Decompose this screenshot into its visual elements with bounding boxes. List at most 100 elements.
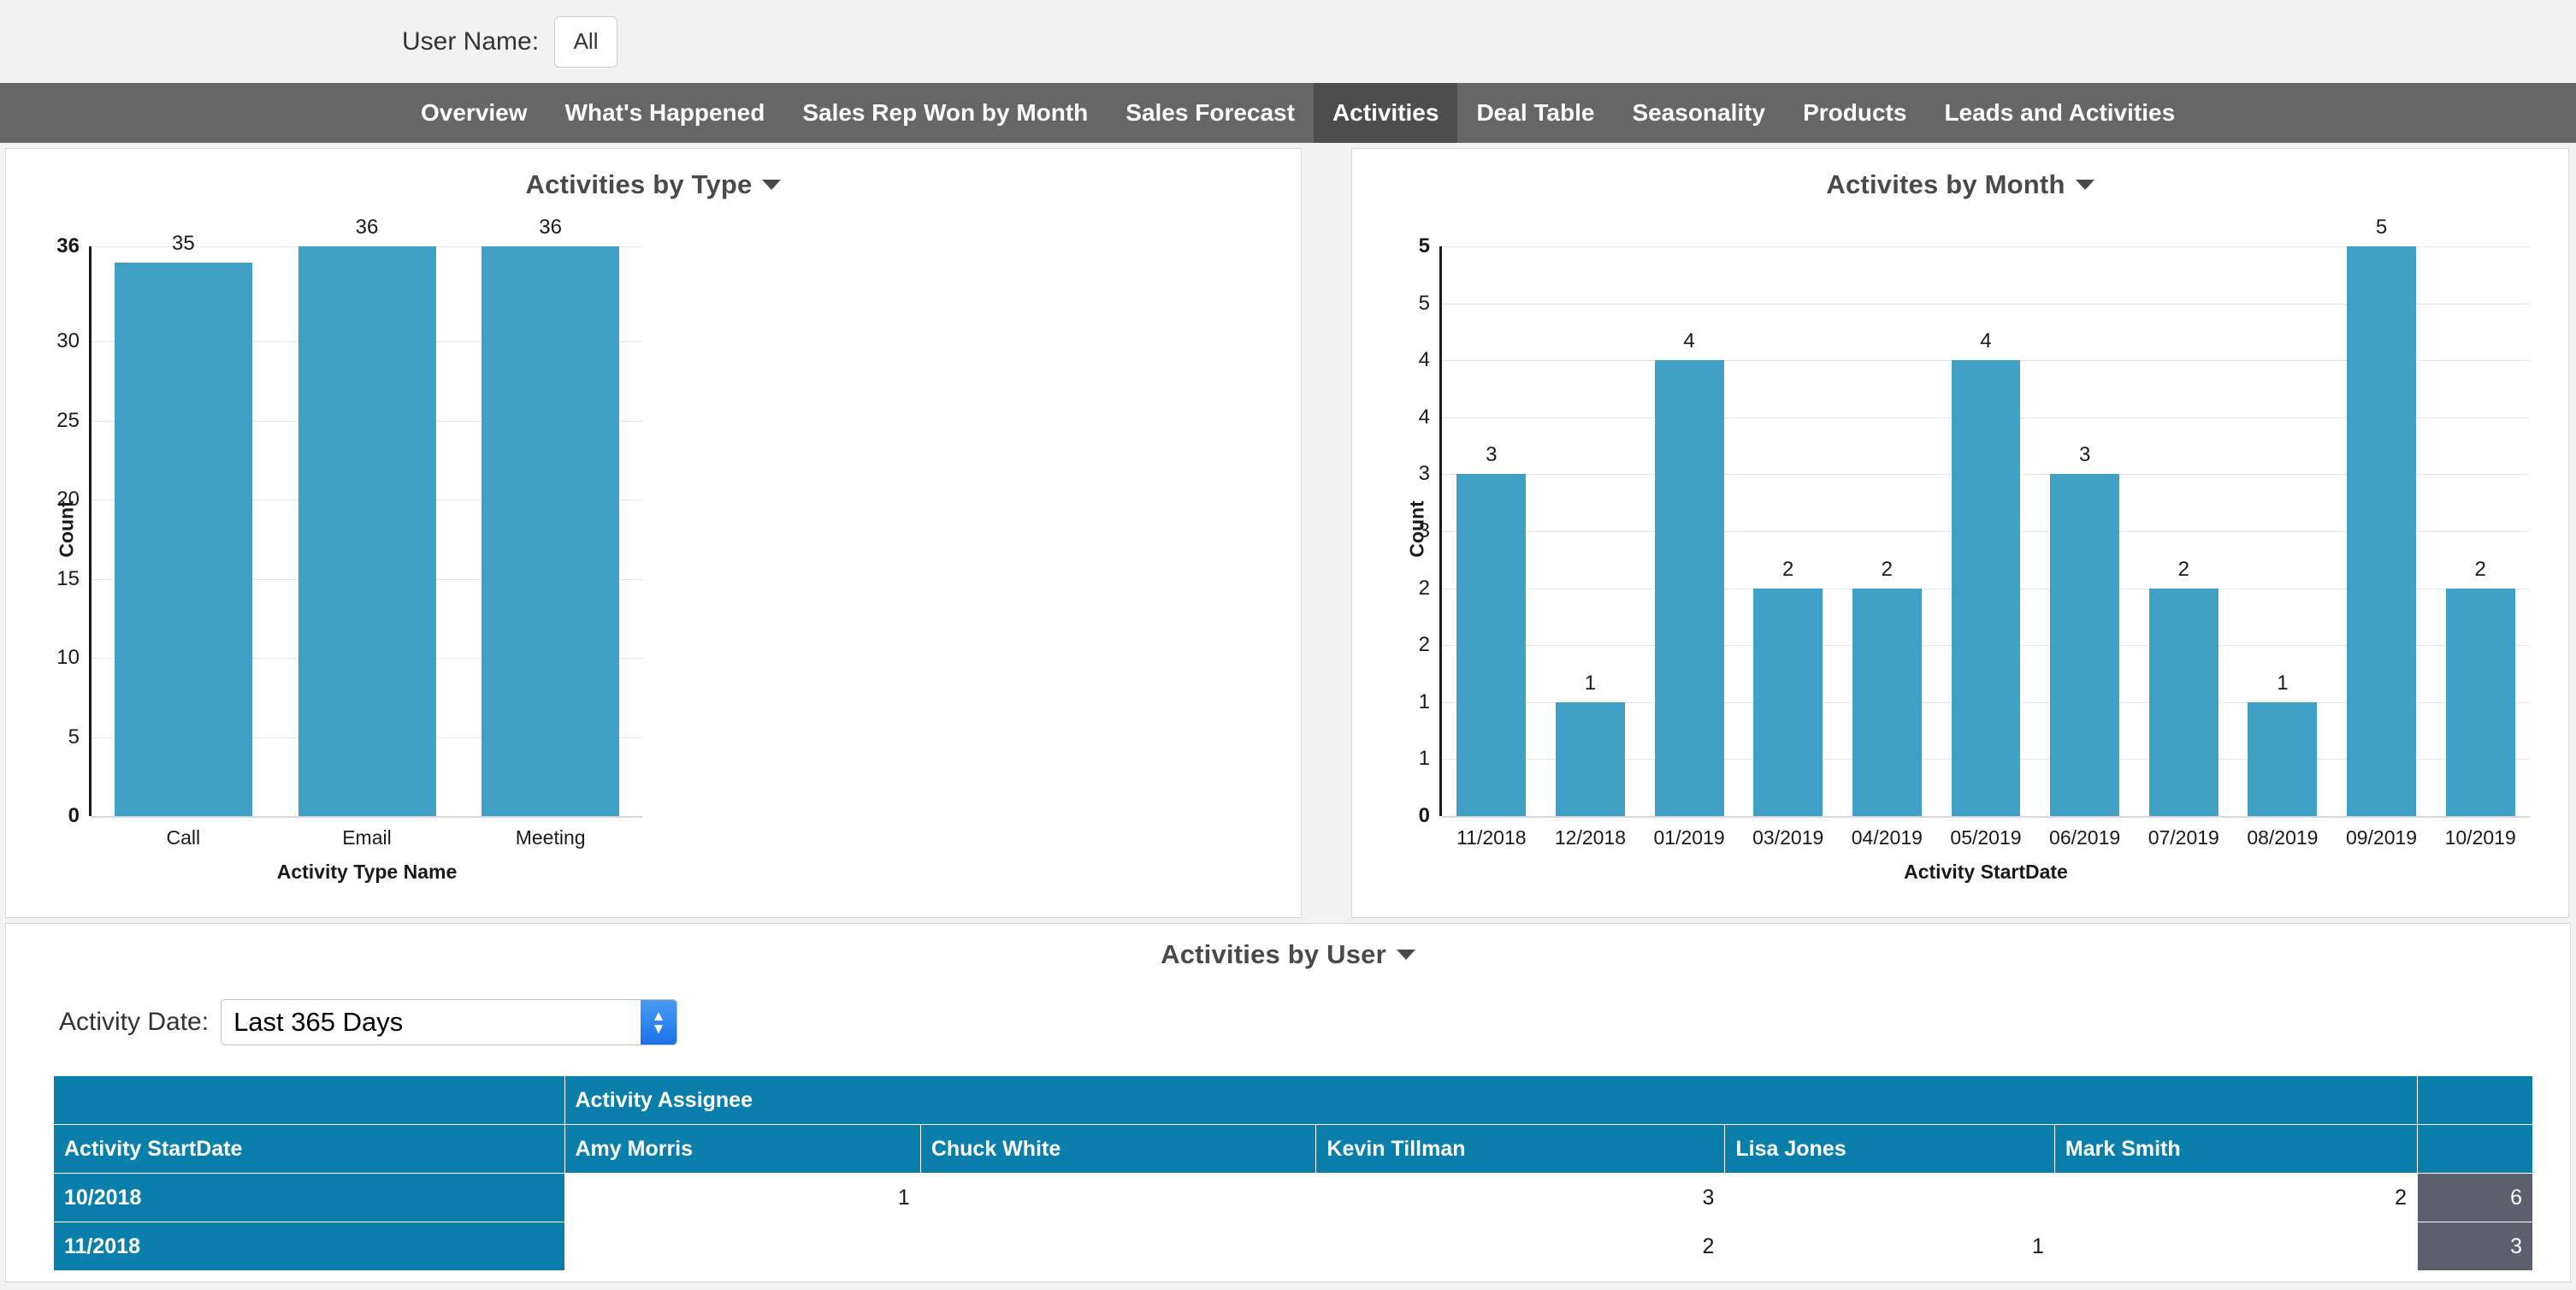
x-axis-label: Activity Type Name [92, 861, 642, 884]
table-cell[interactable]: 2 [1316, 1222, 1725, 1271]
table-row[interactable]: 11/2018 21 3 [54, 1222, 2533, 1271]
table-column-header[interactable]: Amy Morris [564, 1125, 920, 1174]
nav-item-sales-forecast[interactable]: Sales Forecast [1107, 83, 1314, 143]
bar-value-label: 35 [115, 232, 252, 256]
table-row-label[interactable]: 10/2018 [54, 1174, 565, 1222]
y-axis-tick: 5 [1352, 292, 1430, 316]
bar[interactable] [482, 246, 619, 816]
bar-value-label: 1 [1556, 672, 1625, 695]
bar-value-label: 1 [2248, 672, 2317, 695]
nav-item-activities[interactable]: Activities [1314, 83, 1458, 143]
table-row-total: 3 [2418, 1222, 2533, 1271]
y-axis-tick: 2 [1352, 577, 1430, 601]
bar[interactable] [1556, 702, 1625, 816]
table-group-header-row: Activity Assignee [54, 1076, 2533, 1125]
bar-value-label: 36 [298, 216, 436, 240]
table-column-header-row: Activity StartDateAmy MorrisChuck WhiteK… [54, 1125, 2533, 1174]
y-axis-tick: 1 [1352, 747, 1430, 771]
nav-item-products[interactable]: Products [1784, 83, 1925, 143]
bar[interactable] [115, 263, 252, 817]
bar-value-label: 4 [1655, 329, 1724, 353]
table-column-header[interactable]: Mark Smith [2054, 1125, 2417, 1174]
filter-bar: User Name: All [0, 0, 2576, 83]
table-cell[interactable]: 2 [2054, 1174, 2417, 1222]
table-row-header-title[interactable]: Activity StartDate [54, 1125, 565, 1174]
chevron-down-icon[interactable] [2076, 180, 2094, 190]
activities-by-type-title[interactable]: Activities by Type [6, 149, 1301, 200]
nav-item-seasonality[interactable]: Seasonality [1613, 83, 1784, 143]
activities-by-type-panel: Activities by Type Count3630252015105035… [5, 148, 1302, 918]
activities-by-user-table: Activity AssigneeActivity StartDateAmy M… [53, 1075, 2533, 1271]
bar-value-label: 36 [482, 216, 619, 240]
nav-item-leads-and-activities[interactable]: Leads and Activities [1925, 83, 2194, 143]
activity-date-value: Last 365 Days [222, 1000, 641, 1044]
bar[interactable] [2248, 702, 2317, 816]
table-cell[interactable]: 1 [564, 1174, 920, 1222]
y-axis-tick: 4 [1352, 348, 1430, 372]
activity-date-filter-row: Activity Date: Last 365 Days ▲▼ [6, 970, 2570, 1045]
y-axis-tick: 3 [1352, 462, 1430, 486]
main-nav: OverviewWhat's HappenedSales Rep Won by … [0, 83, 2576, 143]
table-cell[interactable]: 3 [1316, 1174, 1725, 1222]
table-corner-cell [54, 1076, 565, 1125]
bar[interactable] [2149, 589, 2219, 816]
activities-by-user-title[interactable]: Activities by User [6, 924, 2570, 970]
bar[interactable] [298, 246, 436, 816]
table-row-total: 6 [2418, 1174, 2533, 1222]
table-cell[interactable] [920, 1174, 1316, 1222]
chevron-down-icon[interactable] [762, 180, 781, 190]
user-name-filter[interactable]: All [554, 16, 617, 68]
table-group-header: Activity Assignee [564, 1076, 2418, 1125]
y-axis-tick: 4 [1352, 405, 1430, 429]
table-cell[interactable] [920, 1222, 1316, 1271]
stepper-arrows-icon[interactable]: ▲▼ [641, 1000, 676, 1044]
x-axis-tick: 12/2018 [1541, 826, 1640, 849]
nav-item-what-s-happened[interactable]: What's Happened [547, 83, 784, 143]
x-axis-tick: 10/2019 [2431, 826, 2530, 849]
activities-by-month-panel: Activites by Month Count55443322110311/2… [1351, 148, 2569, 918]
bar[interactable] [2446, 589, 2515, 816]
x-axis-tick: 06/2019 [2035, 826, 2135, 849]
nav-item-overview[interactable]: Overview [402, 83, 547, 143]
bar[interactable] [2050, 474, 2119, 816]
table-cell[interactable] [2054, 1222, 2417, 1271]
y-axis-line [89, 246, 92, 816]
bar[interactable] [1852, 589, 1922, 816]
bar[interactable] [1753, 589, 1823, 816]
x-axis-tick: 01/2019 [1640, 826, 1739, 849]
chevron-down-icon[interactable] [1397, 950, 1415, 960]
y-axis-tick: 25 [6, 409, 80, 433]
table-row[interactable]: 10/20181 3 26 [54, 1174, 2533, 1222]
x-axis-tick: 09/2019 [2332, 826, 2431, 849]
activities-by-month-chart: Count55443322110311/2018112/2018401/2019… [1352, 200, 2568, 919]
bar[interactable] [1655, 360, 1724, 816]
table-cell[interactable] [1725, 1174, 2054, 1222]
bar-value-label: 2 [2446, 558, 2515, 582]
activities-by-month-title[interactable]: Activites by Month [1352, 149, 2568, 200]
nav-item-sales-rep-won-by-month[interactable]: Sales Rep Won by Month [783, 83, 1107, 143]
table-row-label[interactable]: 11/2018 [54, 1222, 565, 1271]
y-axis-tick: 2 [1352, 633, 1430, 657]
bar[interactable] [1952, 360, 2021, 816]
bar-value-label: 2 [1852, 558, 1922, 582]
table-column-header[interactable]: Kevin Tillman [1316, 1125, 1725, 1174]
bar[interactable] [1456, 474, 1526, 816]
table-column-header[interactable]: Lisa Jones [1725, 1125, 2054, 1174]
y-axis-line [1439, 246, 1442, 816]
bar[interactable] [2347, 246, 2416, 816]
y-axis-tick: 15 [6, 567, 80, 591]
y-axis-tick: 30 [6, 329, 80, 353]
bar-value-label: 2 [1753, 558, 1823, 582]
table-cell[interactable]: 1 [1725, 1222, 2054, 1271]
y-axis-tick: 0 [6, 804, 80, 828]
nav-item-deal-table[interactable]: Deal Table [1457, 83, 1613, 143]
bar-value-label: 3 [2050, 443, 2119, 467]
y-axis-tick: 36 [6, 234, 80, 258]
x-axis-tick: 04/2019 [1838, 826, 1937, 849]
x-axis-line [1442, 816, 2530, 818]
table-total-corner-cell [2418, 1076, 2533, 1125]
y-axis-tick: 20 [6, 488, 80, 512]
activity-date-select[interactable]: Last 365 Days ▲▼ [221, 999, 677, 1045]
table-cell[interactable] [564, 1222, 920, 1271]
table-column-header[interactable]: Chuck White [920, 1125, 1316, 1174]
